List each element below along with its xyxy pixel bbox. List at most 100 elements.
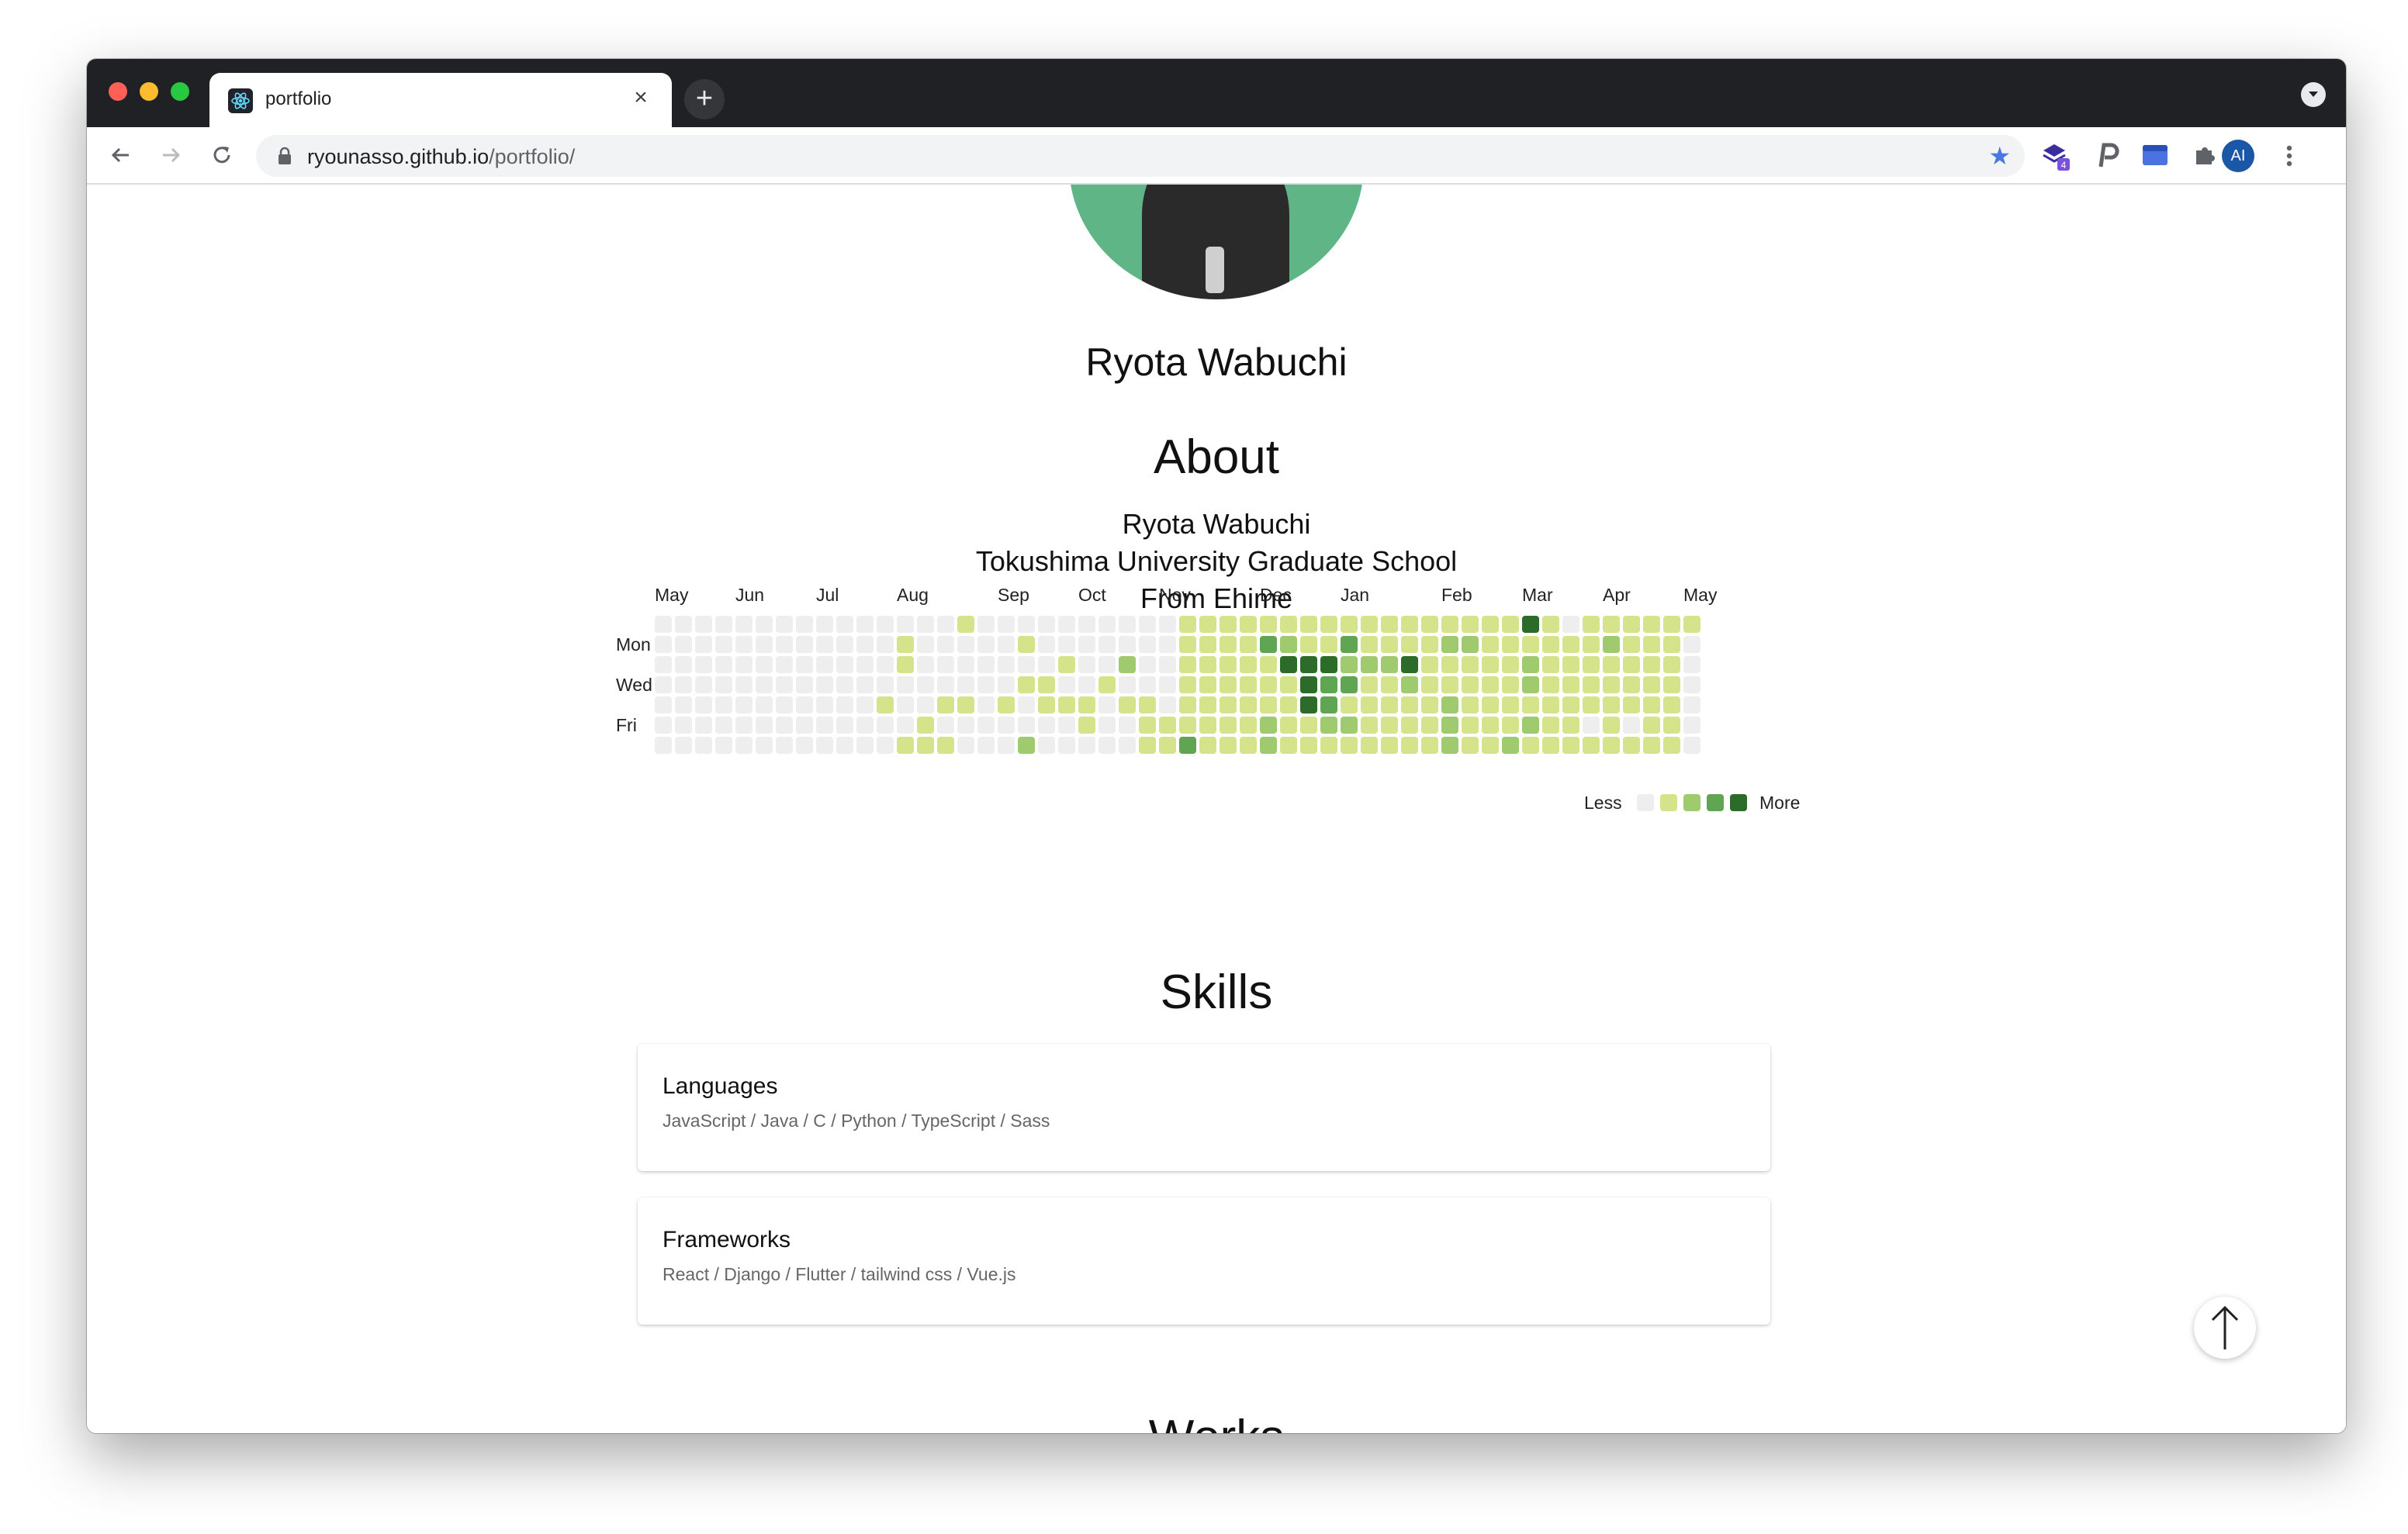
contribution-cell[interactable] (1240, 616, 1257, 633)
contribution-cell[interactable] (1098, 636, 1116, 653)
contribution-cell[interactable] (917, 656, 934, 673)
contribution-cell[interactable] (897, 737, 914, 754)
contribution-cell[interactable] (1583, 676, 1600, 693)
contribution-cell[interactable] (1562, 656, 1579, 673)
contribution-cell[interactable] (1522, 656, 1539, 673)
contribution-cell[interactable] (1078, 696, 1095, 713)
contribution-cell[interactable] (1623, 737, 1640, 754)
contribution-cell[interactable] (1462, 636, 1479, 653)
contribution-cell[interactable] (1361, 636, 1378, 653)
contribution-cell[interactable] (1421, 656, 1438, 673)
contribution-cell[interactable] (1542, 636, 1559, 653)
contribution-cell[interactable] (998, 696, 1015, 713)
contribution-cell[interactable] (1320, 636, 1337, 653)
contribution-cell[interactable] (1098, 696, 1116, 713)
contribution-cell[interactable] (796, 616, 813, 633)
contribution-cell[interactable] (977, 656, 995, 673)
contribution-cell[interactable] (1401, 696, 1418, 713)
contribution-cell[interactable] (977, 676, 995, 693)
contribution-cell[interactable] (1421, 636, 1438, 653)
contribution-cell[interactable] (1583, 636, 1600, 653)
contribution-cell[interactable] (1240, 717, 1257, 734)
contribution-cell[interactable] (1441, 696, 1458, 713)
tab-search-button[interactable] (2301, 82, 2326, 107)
contribution-cell[interactable] (675, 636, 692, 653)
contribution-cell[interactable] (957, 636, 974, 653)
contribution-cell[interactable] (1361, 676, 1378, 693)
contribution-cell[interactable] (1462, 737, 1479, 754)
contribution-cell[interactable] (1018, 676, 1035, 693)
contribution-cell[interactable] (1583, 656, 1600, 673)
contribution-cell[interactable] (917, 616, 934, 633)
scroll-to-top-button[interactable] (2194, 1297, 2256, 1359)
contribution-cell[interactable] (776, 737, 793, 754)
contribution-cell[interactable] (1643, 656, 1660, 673)
contribution-cell[interactable] (1663, 696, 1680, 713)
contribution-cell[interactable] (917, 737, 934, 754)
contribution-cell[interactable] (816, 616, 833, 633)
contribution-cell[interactable] (977, 616, 995, 633)
contribution-cell[interactable] (1341, 737, 1358, 754)
contribution-cell[interactable] (756, 656, 773, 673)
contribution-cell[interactable] (1482, 717, 1499, 734)
contribution-cell[interactable] (1583, 616, 1600, 633)
contribution-cell[interactable] (1361, 656, 1378, 673)
contribution-cell[interactable] (1159, 717, 1176, 734)
contribution-cell[interactable] (675, 616, 692, 633)
contribution-cell[interactable] (1199, 656, 1216, 673)
contribution-cell[interactable] (957, 696, 974, 713)
contribution-cell[interactable] (1179, 656, 1196, 673)
contribution-cell[interactable] (1623, 616, 1640, 633)
contribution-cell[interactable] (1542, 676, 1559, 693)
contribution-cell[interactable] (957, 616, 974, 633)
contribution-cell[interactable] (1341, 636, 1358, 653)
contribution-cell[interactable] (1562, 616, 1579, 633)
contribution-cell[interactable] (1542, 656, 1559, 673)
contribution-cell[interactable] (1179, 616, 1196, 633)
contribution-cell[interactable] (1562, 676, 1579, 693)
contribution-cell[interactable] (1058, 737, 1075, 754)
contribution-cell[interactable] (1502, 717, 1519, 734)
contribution-cell[interactable] (1220, 656, 1237, 673)
contribution-cell[interactable] (1260, 616, 1277, 633)
contribution-cell[interactable] (1078, 616, 1095, 633)
contribution-cell[interactable] (756, 696, 773, 713)
contribution-cell[interactable] (695, 676, 712, 693)
contribution-cell[interactable] (1341, 656, 1358, 673)
contribution-cell[interactable] (856, 636, 874, 653)
contribution-cell[interactable] (1401, 676, 1418, 693)
contribution-cell[interactable] (1623, 636, 1640, 653)
contribution-cell[interactable] (1401, 656, 1418, 673)
contribution-cell[interactable] (655, 616, 672, 633)
contribution-cell[interactable] (1240, 676, 1257, 693)
contribution-cell[interactable] (1038, 676, 1055, 693)
contribution-cell[interactable] (877, 656, 894, 673)
contribution-cell[interactable] (856, 737, 874, 754)
contribution-cell[interactable] (1018, 696, 1035, 713)
contribution-cell[interactable] (776, 676, 793, 693)
contribution-cell[interactable] (776, 616, 793, 633)
contribution-cell[interactable] (1280, 717, 1297, 734)
contribution-cell[interactable] (1199, 616, 1216, 633)
contribution-cell[interactable] (1663, 656, 1680, 673)
contribution-cell[interactable] (977, 737, 995, 754)
contribution-cell[interactable] (1482, 737, 1499, 754)
p-extension-icon[interactable] (2091, 140, 2123, 171)
zoom-window-button[interactable] (171, 82, 189, 101)
contribution-cell[interactable] (1078, 656, 1095, 673)
contribution-cell[interactable] (977, 717, 995, 734)
contribution-cell[interactable] (1683, 616, 1700, 633)
contribution-cell[interactable] (1179, 696, 1196, 713)
contribution-cell[interactable] (796, 676, 813, 693)
contribution-cell[interactable] (1663, 737, 1680, 754)
contribution-cell[interactable] (998, 656, 1015, 673)
contribution-cell[interactable] (695, 717, 712, 734)
contribution-cell[interactable] (735, 696, 752, 713)
contribution-cell[interactable] (695, 656, 712, 673)
contribution-cell[interactable] (1341, 717, 1358, 734)
contribution-cell[interactable] (836, 676, 853, 693)
contribution-cell[interactable] (1058, 656, 1075, 673)
contribution-cell[interactable] (1320, 656, 1337, 673)
contribution-cell[interactable] (1058, 717, 1075, 734)
contribution-cell[interactable] (897, 696, 914, 713)
